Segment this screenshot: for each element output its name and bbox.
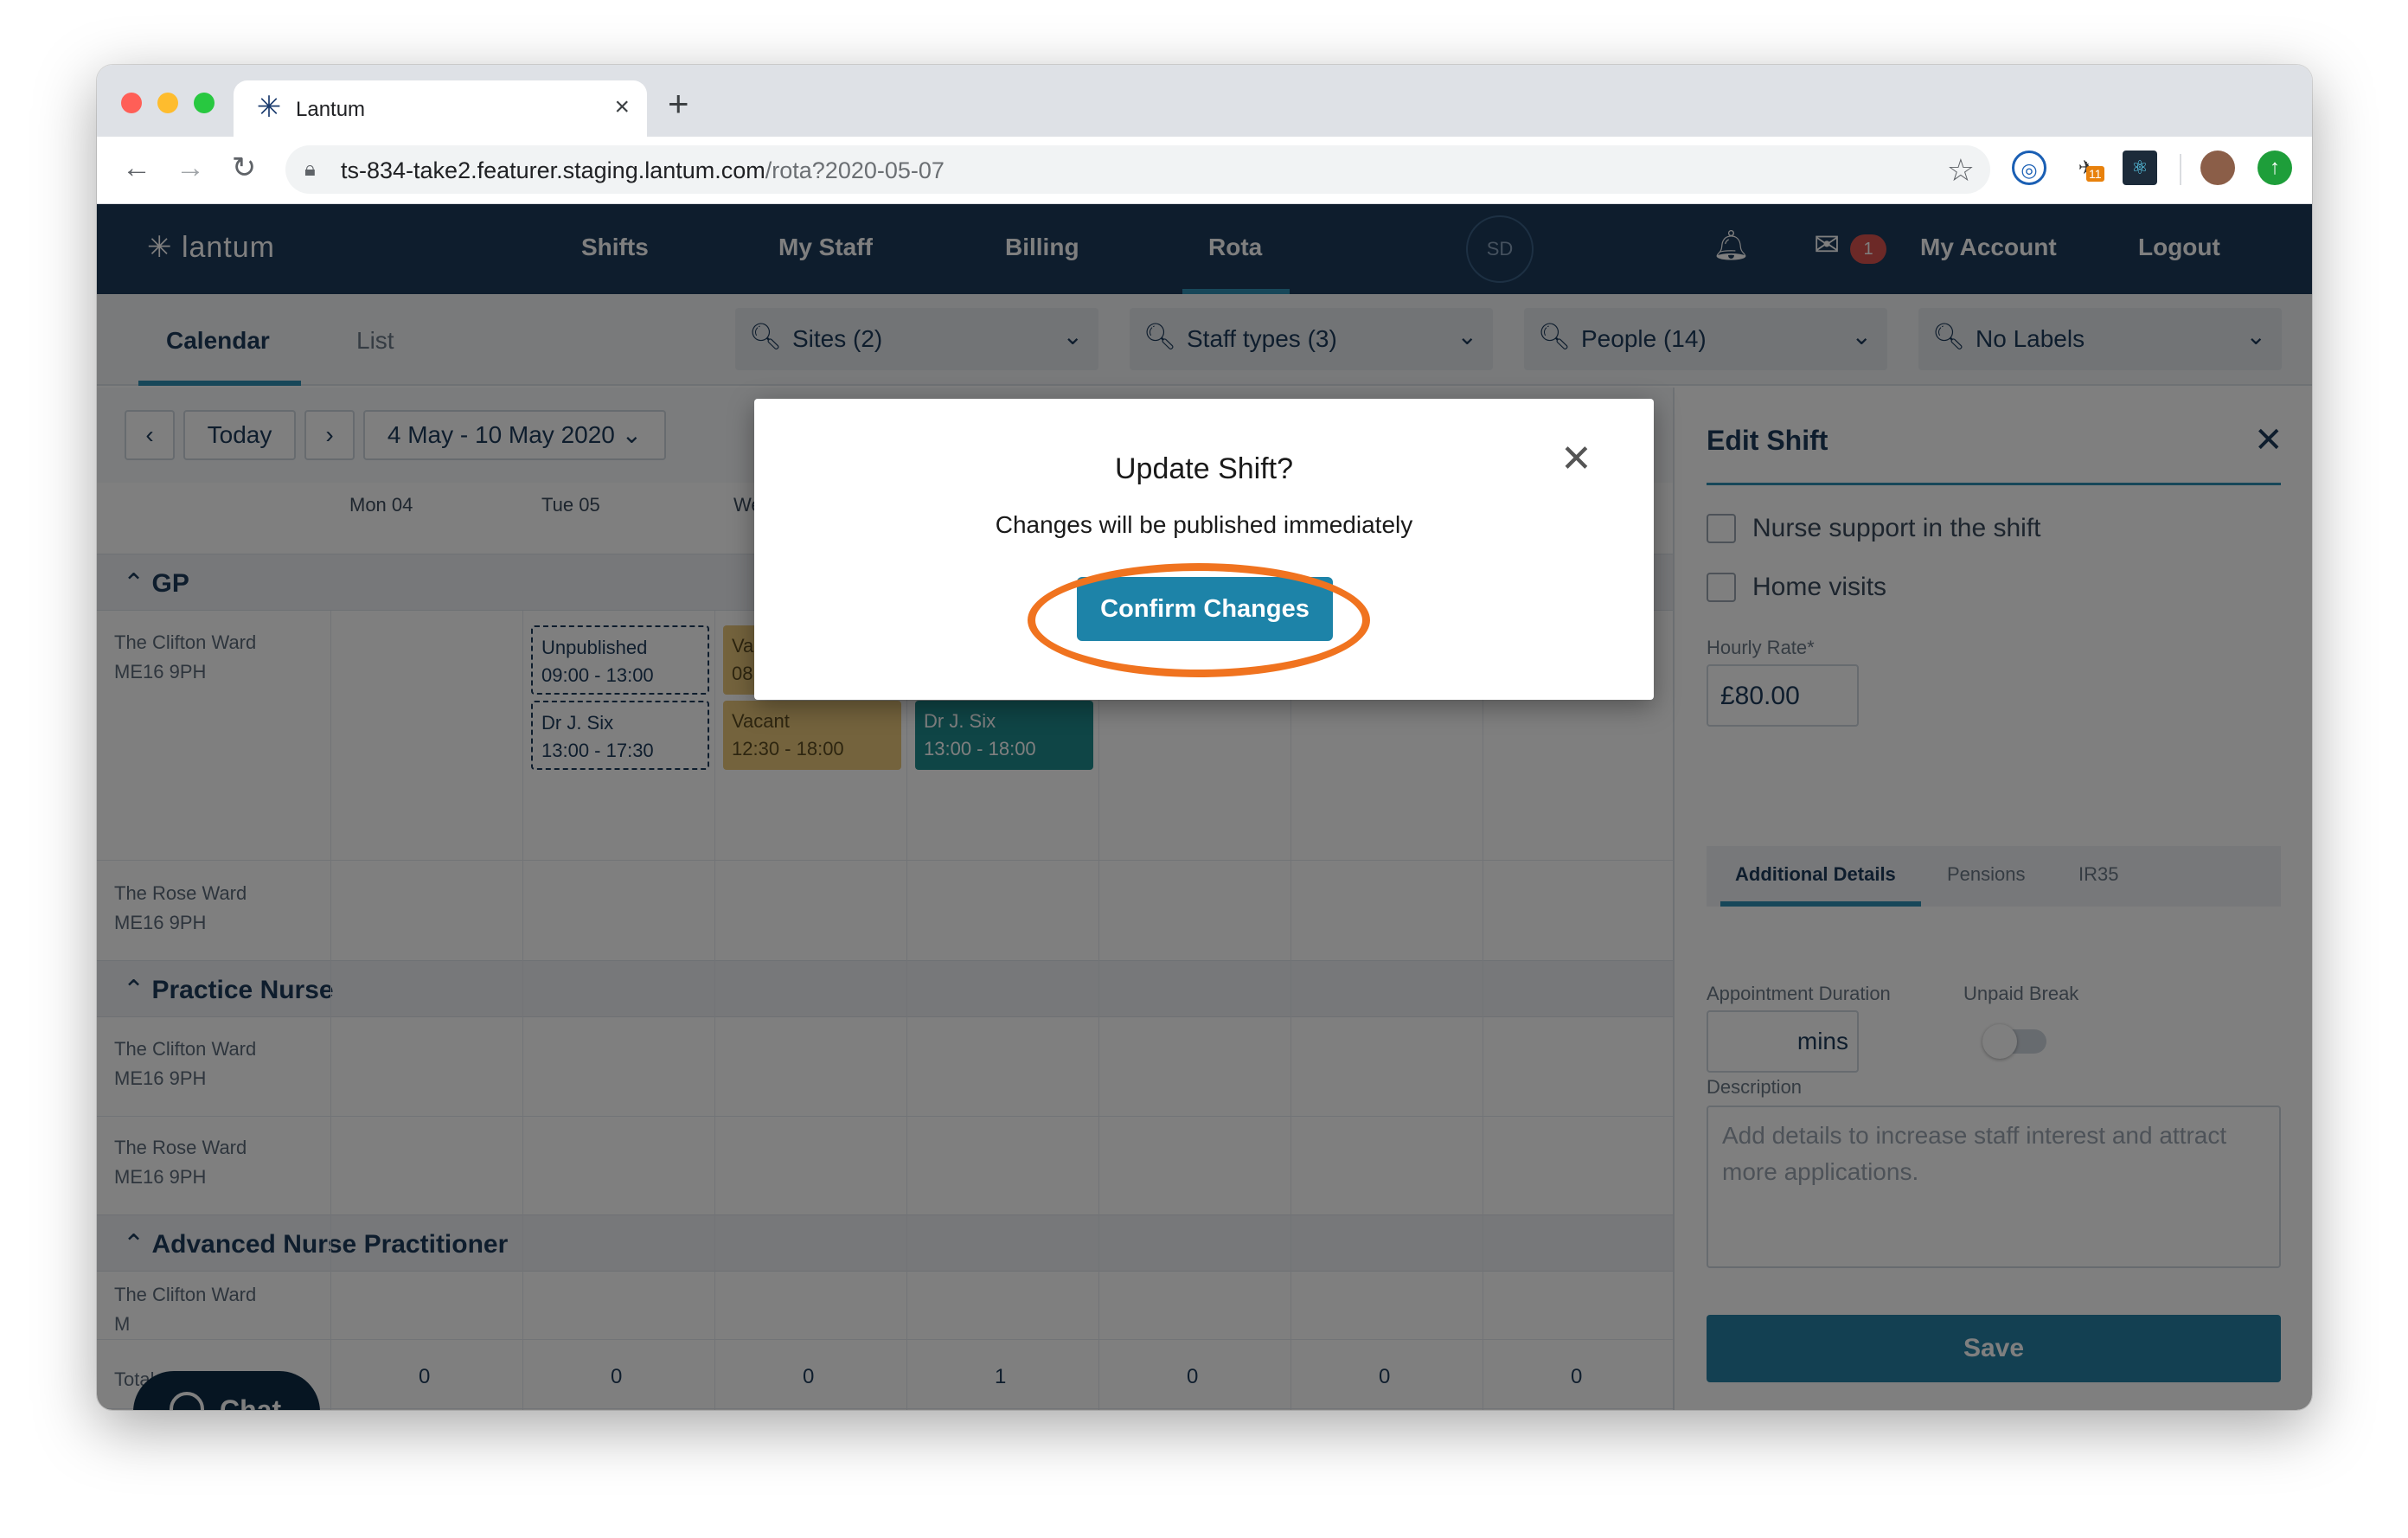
tab-strip: ✳ Lantum × +: [97, 65, 2312, 137]
close-icon[interactable]: ✕: [1560, 440, 1592, 478]
back-icon[interactable]: ←: [118, 149, 156, 187]
browser-tab[interactable]: ✳ Lantum ×: [234, 80, 647, 137]
extension-2-icon[interactable]: ✈ 11: [2069, 151, 2104, 185]
modal-backdrop[interactable]: [97, 204, 2312, 1410]
browser-toolbar: ← → ↻ 🔒︎ ts-834-take2.featurer.staging.l…: [97, 137, 2312, 204]
close-window-button[interactable]: [121, 93, 142, 113]
maximize-window-button[interactable]: [194, 93, 215, 113]
highlight-ring: [1028, 563, 1370, 677]
extension-1-icon[interactable]: ◎: [2012, 151, 2046, 185]
minimize-window-button[interactable]: [157, 93, 178, 113]
bookmark-star-icon[interactable]: ☆: [1947, 152, 1975, 189]
url-path: /rota?2020-05-07: [765, 157, 945, 183]
url-text: ts-834-take2.featurer.staging.lantum.com…: [341, 157, 945, 184]
dialog-title: Update Shift?: [1114, 452, 1294, 485]
extension-badge: 11: [2086, 166, 2104, 182]
lock-icon: 🔒︎: [304, 157, 316, 181]
react-devtools-icon[interactable]: ⚛: [2123, 151, 2157, 185]
lantum-app: ✳ lantum Shifts My Staff Billing Rota SD…: [97, 204, 2312, 1410]
reload-icon[interactable]: ↻: [225, 149, 263, 187]
profile-avatar[interactable]: [2200, 151, 2235, 185]
tab-title: Lantum: [296, 98, 366, 121]
update-icon[interactable]: ↑: [2258, 151, 2292, 185]
lantum-favicon-icon: ✳: [256, 91, 282, 124]
dialog-subtitle: Changes will be published immediately: [995, 511, 1413, 538]
address-bar[interactable]: 🔒︎ ts-834-take2.featurer.staging.lantum.…: [285, 145, 1990, 194]
tab-close-icon[interactable]: ×: [614, 93, 630, 122]
new-tab-button[interactable]: +: [668, 86, 689, 122]
forward-icon[interactable]: →: [171, 149, 209, 187]
browser-window: ✳ Lantum × + ← → ↻ 🔒︎ ts-834-take2.featu…: [97, 65, 2312, 1410]
toolbar-divider: [2180, 154, 2181, 185]
url-host: ts-834-take2.featurer.staging.lantum.com: [341, 157, 765, 183]
